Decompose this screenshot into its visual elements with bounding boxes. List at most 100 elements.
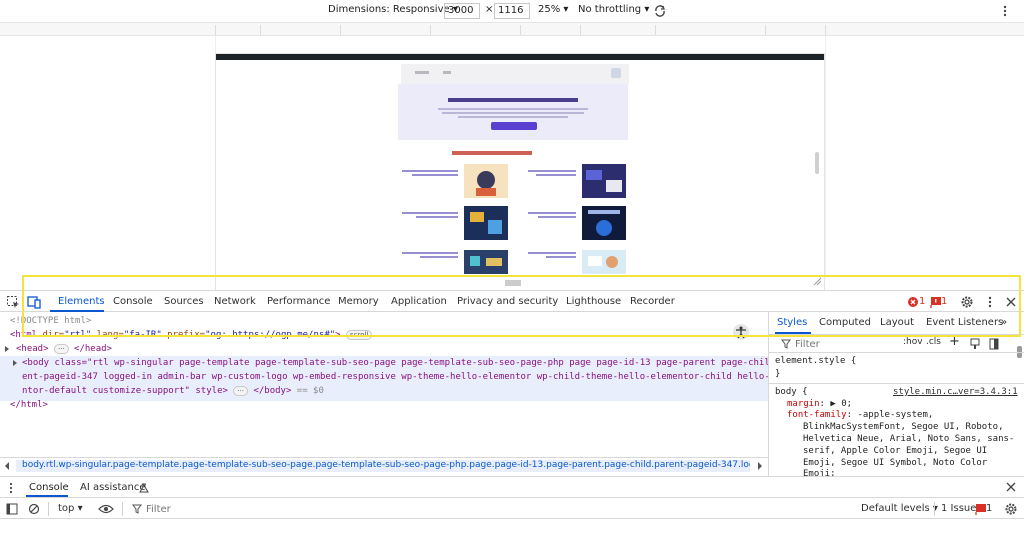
font-family-declaration[interactable]: font-family: -apple-system, [787, 410, 933, 420]
body-attr-tail: ntor-default customize-support" style> [22, 386, 228, 396]
console-issues-count[interactable]: 1 [986, 503, 992, 514]
error-icon[interactable] [906, 295, 920, 309]
computed-sidebar-icon[interactable] [989, 338, 999, 350]
issues-link[interactable]: 1 Issue: [941, 503, 980, 514]
dimensions-dropdown[interactable]: Dimensions: Responsive ▾ [328, 4, 458, 15]
tab-memory[interactable]: Memory [338, 296, 379, 307]
collapsed-ellipsis[interactable]: ··· [53, 344, 69, 354]
customize-menu-icon[interactable] [983, 295, 997, 309]
article-thumb[interactable] [464, 250, 508, 284]
drawer-menu-icon[interactable] [8, 482, 14, 494]
article-thumb[interactable] [582, 164, 626, 198]
breadcrumb-left-arrow-icon[interactable] [4, 462, 10, 470]
sidebar-toggle-icon[interactable] [6, 503, 18, 515]
preview-scrollbar[interactable] [815, 152, 819, 174]
tab-application[interactable]: Application [391, 296, 447, 307]
styles-pane: Styles Computed Layout Event Listeners »… [768, 312, 1024, 479]
attr-value: "fa-IR" [123, 330, 162, 340]
body-close-tag: </body> [253, 386, 292, 396]
head-node[interactable]: <head> ··· </head> [16, 344, 112, 354]
tab-lighthouse[interactable]: Lighthouse [566, 296, 621, 307]
breadcrumb: body.rtl.wp-singular.page-template.page-… [0, 457, 768, 473]
viewport-canvas [0, 36, 1024, 293]
paint-bucket-icon[interactable] [970, 338, 980, 350]
margin-declaration[interactable]: margin: ▶ 0; [787, 399, 852, 409]
tab-console[interactable]: Console [113, 296, 153, 307]
html-close-node[interactable]: </html> [10, 400, 48, 410]
drawer-tab-console[interactable]: Console [29, 482, 69, 493]
new-rule-icon[interactable]: + [949, 334, 960, 349]
throttling-dropdown[interactable]: No throttling ▾ [578, 4, 649, 15]
accessibility-tree-toggle[interactable] [733, 324, 749, 340]
tab-styles[interactable]: Styles [777, 317, 807, 328]
inspect-element-icon[interactable] [6, 295, 20, 309]
property-name: font-family [787, 410, 847, 420]
body-node-line2[interactable]: ent-pageid-347 logged-in admin-bar wp-cu… [22, 372, 797, 382]
issues-count[interactable]: 1 [941, 296, 947, 307]
tag-close: > [335, 330, 341, 340]
body-node-line3[interactable]: ntor-default customize-support" style> ·… [22, 386, 324, 396]
console-settings-gear-icon[interactable] [1004, 502, 1018, 516]
tab-layout[interactable]: Layout [880, 317, 914, 328]
article-thumb[interactable] [582, 206, 626, 240]
body-selector[interactable]: body { [775, 387, 808, 397]
attr-name: prefix= [167, 330, 206, 340]
article-thumb[interactable] [582, 250, 626, 284]
close-devtools-icon[interactable] [1004, 295, 1018, 309]
height-input[interactable]: 1116 [494, 3, 530, 19]
class-toggle[interactable]: .cls [926, 337, 941, 347]
close-drawer-icon[interactable] [1006, 482, 1016, 492]
device-toolbar-toggle-icon[interactable] [27, 295, 41, 309]
resize-corner-icon[interactable] [812, 276, 822, 286]
breadcrumb-right-arrow-icon[interactable] [757, 462, 763, 470]
tab-recorder[interactable]: Recorder [630, 296, 675, 307]
settings-gear-icon[interactable] [960, 295, 974, 309]
stylesheet-source-link[interactable]: style.min.c…ver=3.4.3:1 [893, 387, 1018, 397]
drawer-tab-ai-assistance[interactable]: AI assistance [80, 482, 146, 493]
page-preview[interactable] [215, 53, 825, 293]
tab-computed[interactable]: Computed [819, 317, 871, 328]
hero-button[interactable] [491, 122, 537, 130]
hover-state-toggle[interactable]: :hov [903, 337, 923, 347]
breadcrumb-path[interactable]: body.rtl.wp-singular.page-template.page-… [16, 460, 750, 472]
font-family-value-line: serif, Apple Color Emoji, Segoe UI [803, 446, 988, 456]
filter-icon [781, 339, 791, 349]
property-value: ▶ 0; [830, 399, 853, 409]
zoom-dropdown[interactable]: 25% ▾ [538, 4, 568, 15]
rotate-icon[interactable] [652, 3, 668, 19]
body-node-line1[interactable]: <body class="rtl wp-singular page-templa… [22, 358, 797, 368]
more-options-icon[interactable] [1002, 4, 1008, 18]
styles-filter-input[interactable] [795, 337, 895, 351]
collapsed-ellipsis[interactable]: ··· [233, 386, 249, 396]
width-input[interactable]: 3000 [444, 3, 480, 19]
dimensions-label: Dimensions: Responsive [328, 4, 450, 15]
attr-name: dir= [42, 330, 65, 340]
html-node[interactable]: <html dir="rtl" lang="fa-IR" prefix="og:… [10, 330, 373, 340]
drag-handle-icon[interactable] [503, 280, 523, 286]
doctype-node[interactable]: <!DOCTYPE html> [10, 316, 91, 326]
tab-event-listeners[interactable]: Event Listeners [926, 317, 1003, 328]
selected-marker: == $0 [296, 386, 324, 396]
log-levels-dropdown[interactable]: Default levels ▾ [861, 503, 938, 514]
tab-performance[interactable]: Performance [267, 296, 330, 307]
expand-arrow-icon[interactable] [4, 346, 10, 352]
article-thumb[interactable] [464, 164, 508, 198]
attr-value: "og: https://ogp.me/ns#" [205, 330, 336, 340]
element-style-selector[interactable]: element.style { [775, 356, 856, 366]
context-selector[interactable]: top ▾ [58, 503, 83, 514]
tab-elements[interactable]: Elements [58, 296, 105, 307]
html-tag: <html [10, 330, 38, 340]
times-sign: × [485, 4, 494, 15]
scroll-badge[interactable]: scroll [346, 330, 373, 340]
clear-console-icon[interactable] [28, 503, 40, 515]
more-tabs-chevron-icon[interactable]: » [1001, 317, 1007, 328]
tab-sources[interactable]: Sources [164, 296, 204, 307]
tab-privacy-security[interactable]: Privacy and security [457, 296, 558, 307]
tab-network[interactable]: Network [214, 296, 256, 307]
article-thumb[interactable] [464, 206, 508, 240]
hero-banner [398, 84, 628, 140]
error-count[interactable]: 1 [919, 296, 925, 307]
expand-arrow-icon[interactable] [12, 360, 18, 366]
live-expression-eye-icon[interactable] [98, 503, 114, 515]
console-filter-input[interactable] [146, 502, 346, 516]
